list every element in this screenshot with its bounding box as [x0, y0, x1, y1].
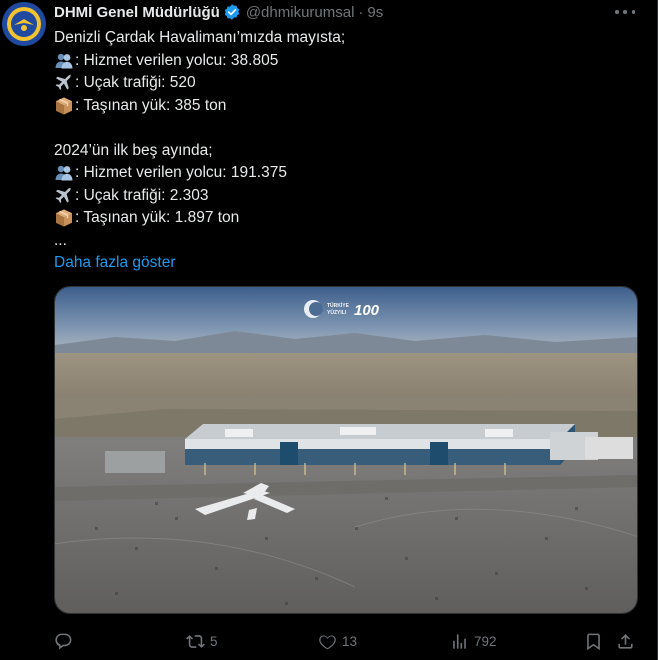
show-more-link[interactable]: Daha fazla göster — [54, 252, 639, 275]
verified-badge-icon — [223, 3, 241, 21]
package-emoji-icon — [54, 96, 74, 116]
more-options-icon[interactable] — [615, 4, 635, 20]
tweet-card[interactable]: DHMİ Genel Müdürlüğü @dhmikurumsal · 9s … — [0, 0, 658, 660]
stat-line: : Hizmet verilen yolcu: 191.375 — [54, 162, 639, 185]
ytd-flights: : Uçak trafiği: 2.303 — [75, 186, 209, 204]
airplane-emoji-icon — [54, 186, 74, 206]
views-count: 792 — [474, 633, 497, 649]
passenger-emoji-icon — [54, 51, 74, 71]
bookmark-icon — [587, 633, 600, 650]
may-flights: : Uçak trafiği: 520 — [75, 74, 196, 91]
views-button[interactable]: 792 — [450, 628, 497, 654]
stat-line: : Uçak trafiği: 2.303 — [54, 185, 639, 208]
retweet-button[interactable]: 5 — [186, 628, 218, 654]
share-button[interactable] — [616, 628, 635, 654]
retweet-count: 5 — [210, 633, 218, 649]
tweet-text: Denizli Çardak Havalimanı’mızda mayısta;… — [54, 27, 639, 275]
reply-button[interactable] — [54, 628, 78, 654]
heart-icon — [319, 634, 336, 649]
bookmark-button[interactable] — [584, 628, 603, 654]
tweet-photo[interactable]: TÜRKİYE YÜZYILI 100 — [54, 286, 638, 614]
tweet-header: DHMİ Genel Müdürlüğü @dhmikurumsal · 9s — [54, 2, 383, 22]
timestamp[interactable]: 9s — [367, 4, 383, 21]
ellipsis: ... — [54, 231, 67, 249]
package-emoji-icon — [54, 208, 74, 228]
airport-aerial-photo: TÜRKİYE YÜZYILI 100 — [55, 287, 637, 613]
logo-100: 100 — [354, 302, 380, 319]
stat-line: : Hizmet verilen yolcu: 38.805 — [54, 50, 639, 73]
ytd-cargo: : Taşınan yük: 1.897 ton — [75, 209, 240, 226]
airplane-emoji-icon — [54, 73, 74, 93]
like-count: 13 — [342, 633, 358, 649]
intro-line: Denizli Çardak Havalimanı’mızda mayısta; — [54, 29, 346, 46]
views-chart-icon — [453, 633, 466, 649]
logo-text-2: YÜZYILI — [327, 309, 347, 316]
may-cargo: : Taşınan yük: 385 ton — [75, 96, 227, 114]
stat-line: : Uçak trafiği: 520 — [54, 72, 639, 95]
retweet-icon — [186, 634, 205, 648]
author-name[interactable]: DHMİ Genel Müdürlüğü — [54, 4, 220, 21]
logo-text-1: TÜRKİYE — [327, 302, 350, 309]
author-handle[interactable]: @dhmikurumsal — [246, 4, 355, 21]
like-button[interactable]: 13 — [318, 628, 357, 654]
reply-icon — [55, 633, 72, 649]
ytd-passengers: : Hizmet verilen yolcu: 191.375 — [75, 164, 287, 181]
tweet-actions: 5 13 792 — [54, 628, 638, 654]
separator-dot: · — [358, 3, 364, 21]
may-passengers: : Hizmet verilen yolcu: 38.805 — [75, 51, 279, 69]
stat-line: : Taşınan yük: 1.897 ton — [54, 207, 639, 230]
stat-line: : Taşınan yük: 385 ton — [54, 95, 639, 118]
second-intro-line: 2024’ün ilk beş ayında; — [54, 141, 213, 159]
avatar[interactable] — [2, 2, 46, 46]
passenger-emoji-icon — [54, 163, 74, 183]
share-icon — [618, 633, 633, 649]
